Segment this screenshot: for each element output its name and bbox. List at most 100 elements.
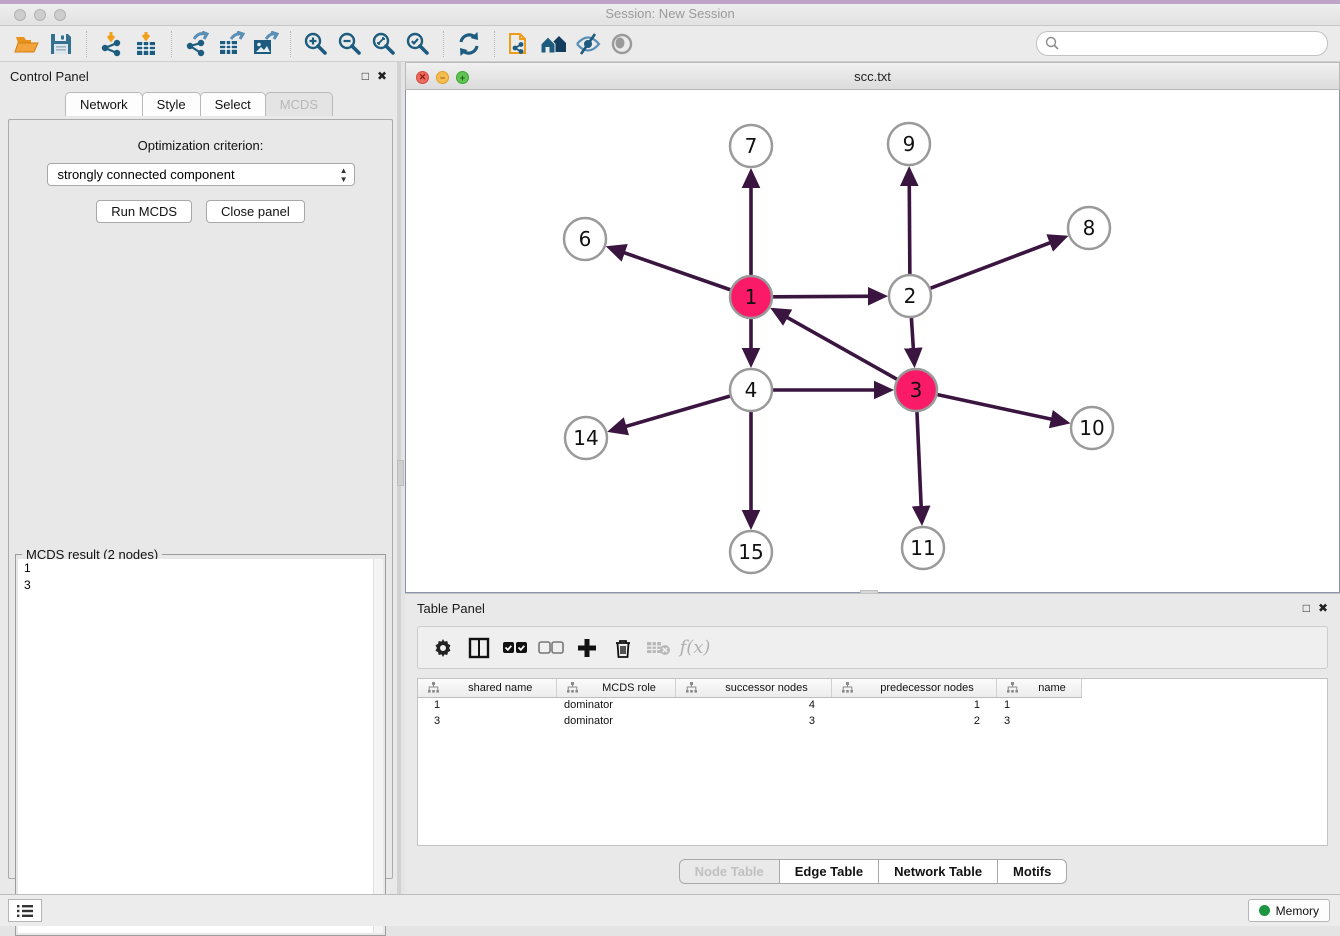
column-header-shared-name[interactable]: shared name [418,679,556,697]
close-panel-icon[interactable]: ✖ [1318,602,1328,614]
edge-3-1[interactable] [775,310,897,379]
cell-predecessor-nodes[interactable]: 2 [831,713,996,729]
deselect-all-icon[interactable] [536,633,566,663]
select-all-icon[interactable] [500,633,530,663]
toolbar-separator [443,31,444,57]
mcds-result-box: MCDS result (2 nodes) 1 3 [15,554,386,936]
apply-layout-icon[interactable] [452,29,486,59]
node-label-1: 1 [745,285,758,309]
tab-edge-table[interactable]: Edge Table [779,859,879,884]
zoom-fit-icon[interactable] [367,29,401,59]
mcds-panel: Optimization criterion: strongly connect… [8,119,393,879]
zoom-out-icon[interactable] [333,29,367,59]
memory-label: Memory [1276,904,1319,918]
node-label-15: 15 [738,540,763,564]
tab-motifs[interactable]: Motifs [997,859,1067,884]
control-tab-style[interactable]: Style [142,92,201,116]
mcds-result-scrollbar[interactable] [373,559,383,933]
edge-1-6[interactable] [610,248,730,290]
control-tab-network[interactable]: Network [65,92,143,116]
table-settings-icon[interactable] [428,633,458,663]
tab-network-table[interactable]: Network Table [878,859,998,884]
control-tab-select[interactable]: Select [200,92,266,116]
node-label-3: 3 [910,378,923,402]
edge-3-10[interactable] [938,395,1066,423]
column-header-predecessor-nodes[interactable]: predecessor nodes [831,679,996,697]
function-builder-icon: f(x) [680,633,710,663]
status-bar: Memory [0,894,1340,926]
list-icon [16,904,34,918]
app-titlebar: Session: New Session [0,0,1340,26]
edge-2-9[interactable] [909,171,910,274]
zoom-in-icon[interactable] [299,29,333,59]
network-window-titlebar[interactable]: ✕ − + scc.txt [405,62,1340,90]
show-hide-icon[interactable] [571,29,605,59]
splitter-handle[interactable] [397,460,404,486]
toolbar-separator [290,31,291,57]
cell-name[interactable]: 3 [996,713,1081,729]
node-label-7: 7 [745,134,758,158]
edge-4-14[interactable] [612,396,730,430]
export-network-icon[interactable] [180,29,214,59]
table-panel-title: Table Panel [417,601,1303,616]
window-title: Session: New Session [0,6,1340,21]
export-image-icon[interactable] [248,29,282,59]
save-session-icon[interactable] [44,29,78,59]
column-header-name[interactable]: name [996,679,1081,697]
new-network-icon[interactable] [503,29,537,59]
cell-predecessor-nodes[interactable]: 1 [831,697,996,713]
column-header-MCDS-role[interactable]: MCDS role [556,679,675,697]
table-row[interactable]: 3dominator323 [418,713,1081,729]
edge-2-3[interactable] [911,318,914,363]
tab-node-table[interactable]: Node Table [679,859,780,884]
edge-2-8[interactable] [931,238,1064,289]
toolbar-separator [494,31,495,57]
node-label-10: 10 [1079,416,1104,440]
column-header-successor-nodes[interactable]: successor nodes [675,679,831,697]
cell-MCDS-role[interactable]: dominator [556,697,675,713]
search-input[interactable] [1060,34,1327,54]
node-label-14: 14 [573,426,598,450]
control-tab-mcds[interactable]: MCDS [265,92,333,116]
close-panel-icon[interactable]: ✖ [377,70,387,82]
cell-shared-name[interactable]: 1 [418,697,556,713]
table-row[interactable]: 1dominator411 [418,697,1081,713]
optimization-criterion-select[interactable]: strongly connected component ▲▼ [47,163,355,186]
task-history-button[interactable] [8,899,42,922]
mcds-result-text[interactable]: 1 3 [18,559,373,933]
edge-3-11[interactable] [917,412,922,521]
delete-column-icon[interactable] [608,633,638,663]
network-window-title: scc.txt [406,69,1339,84]
cell-shared-name[interactable]: 3 [418,713,556,729]
network-canvas[interactable]: 7968124314101511 [405,90,1340,593]
delete-table-icon [644,633,674,663]
close-panel-button[interactable]: Close panel [206,200,305,223]
toolbar-separator [171,31,172,57]
preview-eye-icon[interactable] [605,29,639,59]
fx-label: f(x) [680,637,711,658]
search-icon [1045,36,1060,51]
cell-MCDS-role[interactable]: dominator [556,713,675,729]
edge-1-2[interactable] [773,296,883,297]
import-table-icon[interactable] [129,29,163,59]
run-mcds-button[interactable]: Run MCDS [96,200,192,223]
import-network-icon[interactable] [95,29,129,59]
node-label-8: 8 [1083,216,1096,240]
cell-successor-nodes[interactable]: 4 [675,697,831,713]
node-label-9: 9 [903,132,916,156]
export-table-icon[interactable] [214,29,248,59]
cell-successor-nodes[interactable]: 3 [675,713,831,729]
home-icon[interactable] [537,29,571,59]
zoom-selected-icon[interactable] [401,29,435,59]
column-panel-icon[interactable] [464,633,494,663]
memory-button[interactable]: Memory [1248,899,1330,922]
float-panel-icon[interactable]: □ [362,70,369,82]
node-table[interactable]: shared nameMCDS rolesuccessor nodesprede… [417,678,1328,846]
add-column-icon[interactable] [572,633,602,663]
cell-name[interactable]: 1 [996,697,1081,713]
selected-option-label: strongly connected component [58,167,235,182]
memory-status-icon [1259,905,1270,916]
float-panel-icon[interactable]: □ [1303,602,1310,614]
open-session-icon[interactable] [10,29,44,59]
node-label-6: 6 [579,227,592,251]
